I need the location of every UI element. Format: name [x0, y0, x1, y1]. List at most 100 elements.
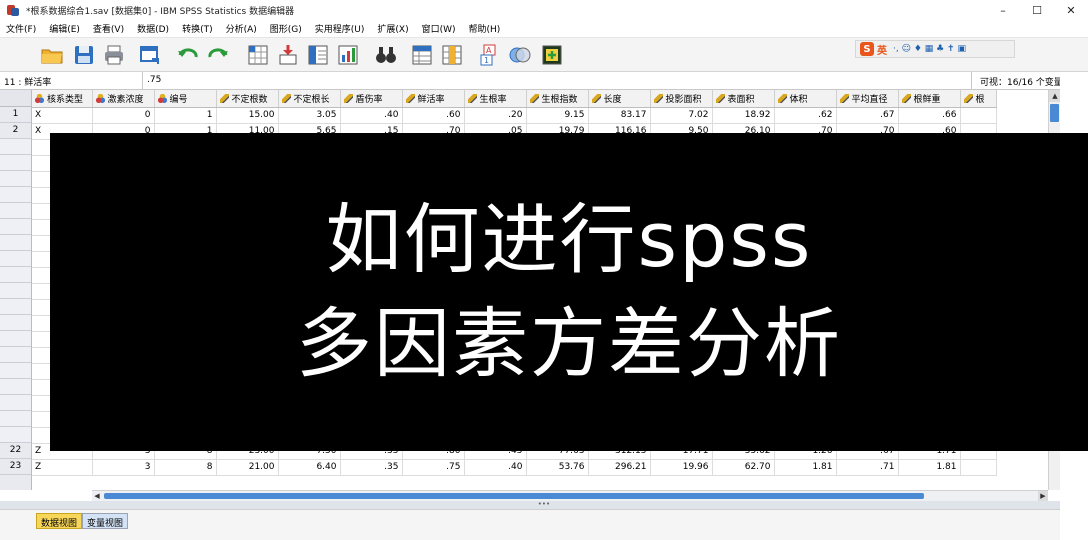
data-cell[interactable]: .67 — [836, 107, 899, 124]
scroll-right-icon[interactable]: ▶ — [1038, 491, 1048, 501]
save-icon[interactable] — [72, 43, 96, 67]
column-header[interactable]: 核系类型 — [32, 90, 93, 108]
menu-item[interactable]: 分析(A) — [226, 22, 257, 35]
insert-variable-icon[interactable] — [440, 43, 464, 67]
find-binoculars-icon[interactable] — [374, 43, 398, 67]
close-button[interactable]: ✕ — [1054, 0, 1088, 20]
vertical-scroll-thumb[interactable] — [1050, 104, 1059, 122]
cell-value-input[interactable]: .75 — [142, 72, 972, 89]
goto-case-icon[interactable] — [246, 43, 270, 67]
data-cell[interactable]: .40 — [340, 107, 403, 124]
print-icon[interactable] — [102, 43, 126, 67]
row-number[interactable] — [0, 283, 31, 299]
insert-cases-icon[interactable] — [410, 43, 434, 67]
data-cell[interactable]: Z — [32, 459, 93, 476]
column-header[interactable]: 根鲜重 — [898, 90, 961, 108]
menu-item[interactable]: 数据(D) — [137, 22, 169, 35]
data-cell[interactable]: 6.40 — [278, 459, 341, 476]
variables-icon[interactable] — [306, 43, 330, 67]
ime-language[interactable]: 英 — [877, 42, 887, 57]
data-cell[interactable]: 0 — [92, 107, 155, 124]
data-cell[interactable]: 1.81 — [774, 459, 837, 476]
data-cell[interactable]: 18.92 — [712, 107, 775, 124]
menu-item[interactable]: 扩展(X) — [377, 22, 408, 35]
row-number[interactable] — [0, 347, 31, 363]
data-cell[interactable]: 21.00 — [216, 459, 279, 476]
row-number[interactable] — [0, 411, 31, 427]
column-header[interactable]: 长度 — [588, 90, 651, 108]
undo-icon[interactable] — [176, 43, 200, 67]
data-cell[interactable]: .35 — [340, 459, 403, 476]
row-number[interactable] — [0, 155, 31, 171]
row-number[interactable] — [0, 299, 31, 315]
row-number[interactable] — [0, 187, 31, 203]
menu-item[interactable]: 转换(T) — [182, 22, 213, 35]
data-cell[interactable]: X — [32, 107, 93, 124]
maximize-button[interactable]: ☐ — [1020, 0, 1054, 20]
menu-item[interactable]: 查看(V) — [93, 22, 124, 35]
data-cell[interactable]: 3 — [92, 459, 155, 476]
data-cell[interactable]: 15.00 — [216, 107, 279, 124]
row-number[interactable] — [0, 219, 31, 235]
row-number[interactable] — [0, 267, 31, 283]
row-number[interactable] — [0, 235, 31, 251]
row-number[interactable] — [0, 427, 31, 443]
menu-item[interactable]: 窗口(W) — [422, 22, 456, 35]
column-header[interactable]: 表面积 — [712, 90, 775, 108]
data-cell[interactable] — [960, 107, 997, 124]
data-cell[interactable]: 62.70 — [712, 459, 775, 476]
row-number[interactable]: 22 — [0, 443, 31, 459]
column-header[interactable]: 激素浓度 — [92, 90, 155, 108]
data-cell[interactable]: 83.17 — [588, 107, 651, 124]
dialog-recall-icon[interactable] — [138, 43, 162, 67]
column-header[interactable]: 不定根长 — [278, 90, 341, 108]
row-number[interactable] — [0, 139, 31, 155]
column-header[interactable]: 体积 — [774, 90, 837, 108]
row-number[interactable]: 2 — [0, 123, 31, 139]
grid-corner[interactable] — [0, 90, 31, 107]
row-number[interactable]: 23 — [0, 459, 31, 475]
column-header[interactable]: 盾伤率 — [340, 90, 403, 108]
data-cell[interactable]: 9.15 — [526, 107, 589, 124]
data-cell[interactable]: 53.76 — [526, 459, 589, 476]
row-number[interactable] — [0, 315, 31, 331]
data-cell[interactable]: .75 — [402, 459, 465, 476]
menu-item[interactable]: 实用程序(U) — [315, 22, 365, 35]
pane-splitter[interactable]: ••• — [0, 501, 1088, 509]
row-number[interactable]: 1 — [0, 107, 31, 123]
menu-item[interactable]: 帮助(H) — [469, 22, 501, 35]
row-number[interactable] — [0, 251, 31, 267]
row-number[interactable] — [0, 395, 31, 411]
customize-toolbar-icon[interactable] — [540, 43, 564, 67]
data-cell[interactable]: .66 — [898, 107, 961, 124]
row-number[interactable] — [0, 203, 31, 219]
column-header[interactable]: 生根指数 — [526, 90, 589, 108]
menu-item[interactable]: 文件(F) — [6, 22, 36, 35]
data-cell[interactable] — [960, 459, 997, 476]
ime-icons[interactable]: ·, ☺ ♦ ▦ ♣ ✝ ▣ — [893, 44, 966, 54]
redo-icon[interactable] — [206, 43, 230, 67]
value-labels-icon[interactable]: A1 — [478, 43, 502, 67]
data-cell[interactable]: .62 — [774, 107, 837, 124]
chart-builder-icon[interactable] — [336, 43, 360, 67]
ime-toolbar[interactable]: S 英 ·, ☺ ♦ ▦ ♣ ✝ ▣ — [855, 40, 1015, 58]
scroll-left-icon[interactable]: ◀ — [92, 491, 102, 501]
column-header[interactable]: 生根率 — [464, 90, 527, 108]
column-header[interactable]: 投影面积 — [650, 90, 713, 108]
open-folder-icon[interactable] — [40, 43, 64, 67]
data-cell[interactable]: 296.21 — [588, 459, 651, 476]
data-cell[interactable]: .60 — [402, 107, 465, 124]
column-header[interactable]: 不定根数 — [216, 90, 279, 108]
horizontal-scroll-thumb[interactable] — [104, 493, 924, 499]
data-cell[interactable]: .40 — [464, 459, 527, 476]
tab-variable-view[interactable]: 变量视图 — [82, 513, 129, 529]
row-number[interactable] — [0, 171, 31, 187]
menu-item[interactable]: 编辑(E) — [49, 22, 80, 35]
data-cell[interactable]: .71 — [836, 459, 899, 476]
data-cell[interactable]: 1.81 — [898, 459, 961, 476]
data-cell[interactable]: 1 — [154, 107, 217, 124]
column-header[interactable]: 编号 — [154, 90, 217, 108]
menu-item[interactable]: 图形(G) — [270, 22, 302, 35]
minimize-button[interactable]: – — [986, 0, 1020, 20]
column-header[interactable]: 平均直径 — [836, 90, 899, 108]
